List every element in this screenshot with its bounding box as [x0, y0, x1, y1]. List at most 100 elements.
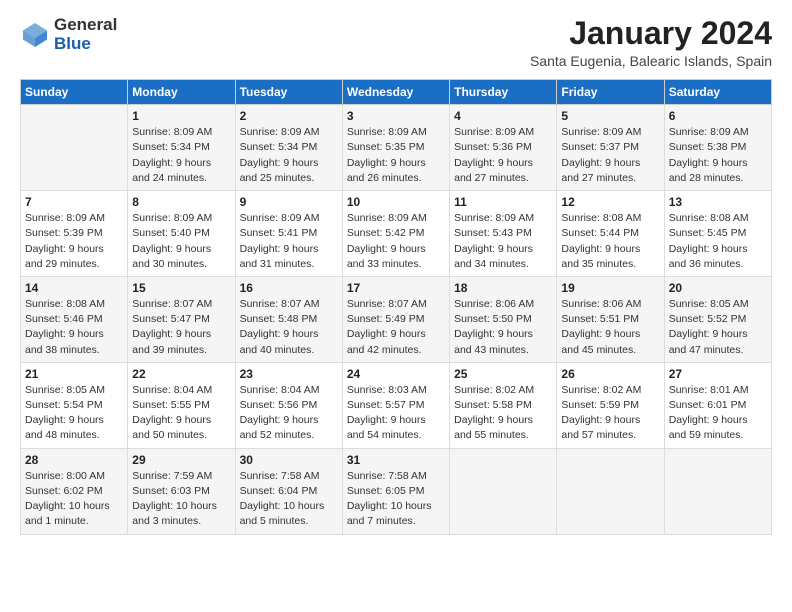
month-title: January 2024: [530, 16, 772, 51]
day-info: Sunrise: 8:07 AMSunset: 5:47 PMDaylight:…: [132, 297, 230, 358]
calendar-week-row: 21 Sunrise: 8:05 AMSunset: 5:54 PMDayligh…: [21, 362, 772, 448]
table-row: 3 Sunrise: 8:09 AMSunset: 5:35 PMDaylight…: [342, 105, 449, 191]
day-info: Sunrise: 8:02 AMSunset: 5:58 PMDaylight:…: [454, 383, 552, 444]
table-row: 13 Sunrise: 8:08 AMSunset: 5:45 PMDayligh…: [664, 191, 771, 277]
day-number: 28: [25, 453, 123, 467]
day-info: Sunrise: 8:09 AMSunset: 5:43 PMDaylight:…: [454, 211, 552, 272]
day-info: Sunrise: 8:09 AMSunset: 5:40 PMDaylight:…: [132, 211, 230, 272]
day-number: 8: [132, 195, 230, 209]
table-row: 31Sunrise: 7:58 AMSunset: 6:05 PMDayligh…: [342, 448, 449, 534]
col-wednesday: Wednesday: [342, 80, 449, 105]
day-info: Sunrise: 8:05 AMSunset: 5:54 PMDaylight:…: [25, 383, 123, 444]
table-row: [450, 448, 557, 534]
table-row: 8 Sunrise: 8:09 AMSunset: 5:40 PMDaylight…: [128, 191, 235, 277]
table-row: [664, 448, 771, 534]
day-number: 26: [561, 367, 659, 381]
day-number: 14: [25, 281, 123, 295]
table-row: 9 Sunrise: 8:09 AMSunset: 5:41 PMDaylight…: [235, 191, 342, 277]
day-info: Sunrise: 8:09 AMSunset: 5:35 PMDaylight:…: [347, 125, 445, 186]
table-row: [557, 448, 664, 534]
day-number: 23: [240, 367, 338, 381]
day-number: 13: [669, 195, 767, 209]
col-friday: Friday: [557, 80, 664, 105]
day-info: Sunrise: 8:01 AMSunset: 6:01 PMDaylight:…: [669, 383, 767, 444]
calendar-week-row: 14 Sunrise: 8:08 AMSunset: 5:46 PMDayligh…: [21, 276, 772, 362]
day-number: 7: [25, 195, 123, 209]
table-row: 19Sunrise: 8:06 AMSunset: 5:51 PMDayligh…: [557, 276, 664, 362]
calendar-table: Sunday Monday Tuesday Wednesday Thursday…: [20, 79, 772, 534]
day-number: 5: [561, 109, 659, 123]
day-number: 12: [561, 195, 659, 209]
table-row: 1Sunrise: 8:09 AMSunset: 5:34 PMDaylight…: [128, 105, 235, 191]
table-row: 26 Sunrise: 8:02 AMSunset: 5:59 PMDayligh…: [557, 362, 664, 448]
table-row: 15 Sunrise: 8:07 AMSunset: 5:47 PMDayligh…: [128, 276, 235, 362]
table-row: 6Sunrise: 8:09 AMSunset: 5:38 PMDaylight…: [664, 105, 771, 191]
day-number: 27: [669, 367, 767, 381]
day-number: 4: [454, 109, 552, 123]
logo-general: General: [54, 16, 117, 35]
table-row: 10 Sunrise: 8:09 AMSunset: 5:42 PMDayligh…: [342, 191, 449, 277]
table-row: 21 Sunrise: 8:05 AMSunset: 5:54 PMDayligh…: [21, 362, 128, 448]
day-number: 29: [132, 453, 230, 467]
day-number: 9: [240, 195, 338, 209]
day-number: 24: [347, 367, 445, 381]
table-row: 12 Sunrise: 8:08 AMSunset: 5:44 PMDayligh…: [557, 191, 664, 277]
day-number: 21: [25, 367, 123, 381]
day-number: 10: [347, 195, 445, 209]
day-info: Sunrise: 8:09 AMSunset: 5:37 PMDaylight:…: [561, 125, 659, 186]
day-number: 22: [132, 367, 230, 381]
day-number: 11: [454, 195, 552, 209]
header: General Blue January 2024 Santa Eugenia,…: [20, 16, 772, 69]
calendar-week-row: 7 Sunrise: 8:09 AMSunset: 5:39 PMDaylight…: [21, 191, 772, 277]
day-number: 30: [240, 453, 338, 467]
table-row: 4 Sunrise: 8:09 AMSunset: 5:36 PMDaylight…: [450, 105, 557, 191]
table-row: 14 Sunrise: 8:08 AMSunset: 5:46 PMDayligh…: [21, 276, 128, 362]
day-info: Sunrise: 8:06 AMSunset: 5:50 PMDaylight:…: [454, 297, 552, 358]
logo-icon: [20, 20, 50, 50]
col-tuesday: Tuesday: [235, 80, 342, 105]
day-info: Sunrise: 7:58 AMSunset: 6:05 PMDaylight:…: [347, 469, 445, 530]
day-info: Sunrise: 8:09 AMSunset: 5:42 PMDaylight:…: [347, 211, 445, 272]
day-info: Sunrise: 8:09 AMSunset: 5:41 PMDaylight:…: [240, 211, 338, 272]
day-number: 15: [132, 281, 230, 295]
logo-text: General Blue: [54, 16, 117, 53]
col-sunday: Sunday: [21, 80, 128, 105]
table-row: 5 Sunrise: 8:09 AMSunset: 5:37 PMDaylight…: [557, 105, 664, 191]
table-row: 20Sunrise: 8:05 AMSunset: 5:52 PMDayligh…: [664, 276, 771, 362]
day-info: Sunrise: 8:09 AMSunset: 5:39 PMDaylight:…: [25, 211, 123, 272]
day-info: Sunrise: 8:03 AMSunset: 5:57 PMDaylight:…: [347, 383, 445, 444]
col-saturday: Saturday: [664, 80, 771, 105]
table-row: 27 Sunrise: 8:01 AMSunset: 6:01 PMDayligh…: [664, 362, 771, 448]
day-info: Sunrise: 8:05 AMSunset: 5:52 PMDaylight:…: [669, 297, 767, 358]
day-number: 3: [347, 109, 445, 123]
table-row: 29Sunrise: 7:59 AMSunset: 6:03 PMDayligh…: [128, 448, 235, 534]
logo-blue: Blue: [54, 35, 117, 54]
day-number: 16: [240, 281, 338, 295]
day-info: Sunrise: 8:07 AMSunset: 5:49 PMDaylight:…: [347, 297, 445, 358]
day-info: Sunrise: 8:09 AMSunset: 5:34 PMDaylight:…: [240, 125, 338, 186]
page-container: General Blue January 2024 Santa Eugenia,…: [0, 0, 792, 545]
day-info: Sunrise: 8:04 AMSunset: 5:56 PMDaylight:…: [240, 383, 338, 444]
table-row: 22 Sunrise: 8:04 AMSunset: 5:55 PMDayligh…: [128, 362, 235, 448]
day-info: Sunrise: 8:08 AMSunset: 5:46 PMDaylight:…: [25, 297, 123, 358]
day-info: Sunrise: 8:09 AMSunset: 5:36 PMDaylight:…: [454, 125, 552, 186]
day-info: Sunrise: 8:07 AMSunset: 5:48 PMDaylight:…: [240, 297, 338, 358]
day-info: Sunrise: 8:04 AMSunset: 5:55 PMDaylight:…: [132, 383, 230, 444]
day-number: 19: [561, 281, 659, 295]
table-row: 7 Sunrise: 8:09 AMSunset: 5:39 PMDaylight…: [21, 191, 128, 277]
calendar-header-row: Sunday Monday Tuesday Wednesday Thursday…: [21, 80, 772, 105]
table-row: [21, 105, 128, 191]
calendar-week-row: 1Sunrise: 8:09 AMSunset: 5:34 PMDaylight…: [21, 105, 772, 191]
table-row: 30Sunrise: 7:58 AMSunset: 6:04 PMDayligh…: [235, 448, 342, 534]
day-info: Sunrise: 8:08 AMSunset: 5:45 PMDaylight:…: [669, 211, 767, 272]
day-info: Sunrise: 8:09 AMSunset: 5:34 PMDaylight:…: [132, 125, 230, 186]
day-info: Sunrise: 8:08 AMSunset: 5:44 PMDaylight:…: [561, 211, 659, 272]
day-number: 25: [454, 367, 552, 381]
day-number: 6: [669, 109, 767, 123]
col-thursday: Thursday: [450, 80, 557, 105]
table-row: 23 Sunrise: 8:04 AMSunset: 5:56 PMDayligh…: [235, 362, 342, 448]
day-info: Sunrise: 8:02 AMSunset: 5:59 PMDaylight:…: [561, 383, 659, 444]
calendar-week-row: 28 Sunrise: 8:00 AMSunset: 6:02 PMDayligh…: [21, 448, 772, 534]
day-info: Sunrise: 8:00 AMSunset: 6:02 PMDaylight:…: [25, 469, 123, 530]
table-row: 18Sunrise: 8:06 AMSunset: 5:50 PMDayligh…: [450, 276, 557, 362]
